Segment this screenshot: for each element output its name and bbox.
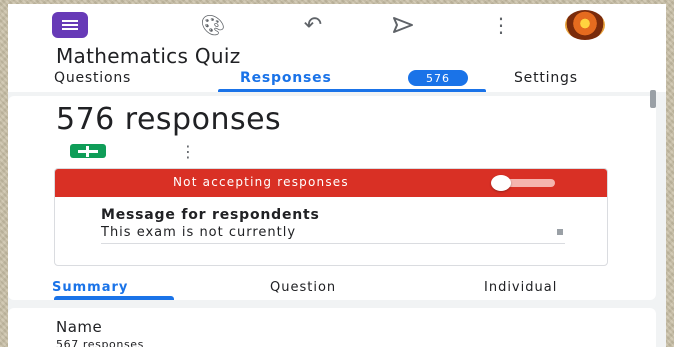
- active-tab-indicator: [218, 89, 486, 92]
- main-tabs: Questions Responses 576 Settings: [8, 70, 666, 92]
- scrollbar[interactable]: [650, 90, 656, 108]
- question-response-count: 567 responses: [56, 338, 144, 347]
- forms-logo-icon[interactable]: [52, 12, 88, 38]
- tab-summary[interactable]: Summary: [52, 280, 128, 295]
- more-vert-icon[interactable]: ⋮: [180, 142, 196, 161]
- send-icon[interactable]: [388, 12, 418, 38]
- name-question-card: Name 567 responses: [8, 308, 656, 347]
- tab-responses[interactable]: Responses: [240, 70, 332, 86]
- sheets-icon[interactable]: [70, 144, 106, 158]
- question-title: Name: [56, 318, 103, 336]
- tab-questions[interactable]: Questions: [54, 70, 131, 86]
- responses-count-badge: 576: [408, 70, 468, 86]
- response-count: 576 responses: [56, 102, 282, 137]
- palette-icon[interactable]: 🎨︎: [198, 12, 228, 38]
- forms-app: 🎨︎ ↶ ⋮ Mathematics Quiz Questions Respon…: [8, 4, 666, 347]
- avatar[interactable]: [565, 10, 605, 40]
- accepting-responses-panel: Not accepting responses Message for resp…: [54, 168, 608, 266]
- resize-handle-icon[interactable]: [557, 229, 563, 235]
- message-field[interactable]: This exam is not currently: [101, 225, 565, 244]
- undo-icon[interactable]: ↶: [298, 12, 328, 38]
- tab-settings[interactable]: Settings: [514, 70, 578, 86]
- accepting-responses-bar: Not accepting responses: [55, 169, 607, 197]
- accepting-toggle[interactable]: [491, 175, 511, 191]
- active-subtab-indicator: [54, 296, 174, 300]
- responses-summary-card: 576 responses ⋮ Not accepting responses …: [8, 96, 656, 300]
- form-title[interactable]: Mathematics Quiz: [56, 44, 241, 68]
- accepting-responses-label: Not accepting responses: [173, 175, 349, 189]
- tab-question[interactable]: Question: [270, 280, 336, 295]
- message-label: Message for respondents: [101, 207, 320, 223]
- tab-individual[interactable]: Individual: [484, 280, 557, 295]
- header: 🎨︎ ↶ ⋮ Mathematics Quiz Questions Respon…: [8, 4, 666, 92]
- more-vert-icon[interactable]: ⋮: [486, 12, 516, 38]
